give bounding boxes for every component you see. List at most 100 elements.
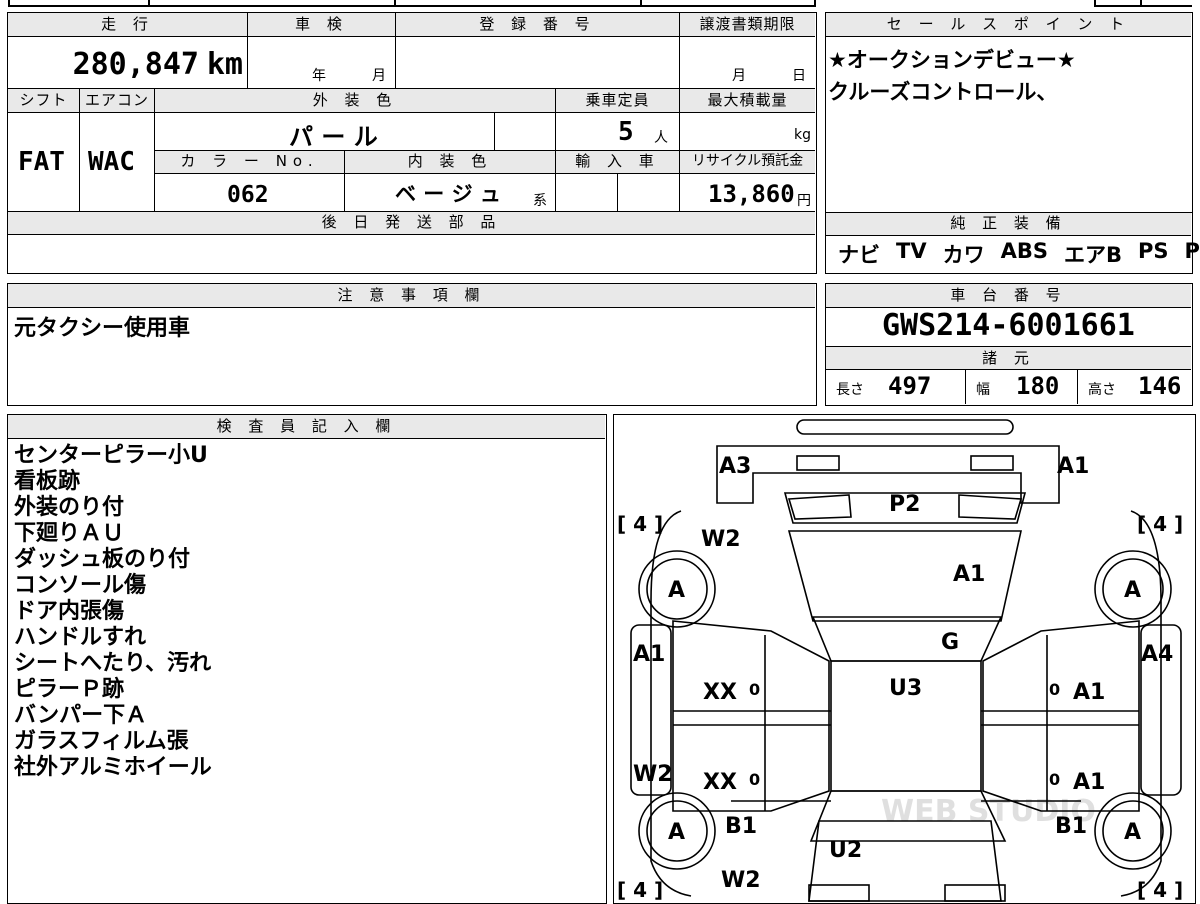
- tire-label: [ 4 ]: [617, 878, 663, 902]
- chassis-number: GWS214-6001661: [882, 308, 1135, 343]
- max-load-unit: kg: [794, 127, 811, 143]
- tire-label: [ 4 ]: [1137, 512, 1183, 536]
- chassis-header: 車 台 番 号: [826, 284, 1191, 308]
- max-load-cell: kg: [680, 113, 815, 151]
- shift-value: FAT: [18, 147, 65, 177]
- diagram-label: U2: [829, 838, 862, 863]
- specs-header: 諸 元: [826, 346, 1191, 370]
- capacity-value: 5: [618, 117, 634, 147]
- tire-label: [ 4 ]: [1137, 878, 1183, 902]
- inspector-item: 下廻りＡＵ: [14, 521, 594, 547]
- chassis-block: 車 台 番 号 GWS214-6001661 諸 元 長さ 497 幅 180 …: [825, 283, 1193, 406]
- diagram-label: A: [668, 578, 685, 603]
- door-mark: 0: [1049, 770, 1060, 789]
- top-strip: [0, 0, 1200, 8]
- spec-width-value: 180: [1016, 372, 1059, 400]
- shift-header: シフト: [8, 89, 80, 113]
- hood-left-vent: [789, 495, 851, 519]
- diagram-label: W2: [721, 868, 761, 893]
- mileage-cell: 280,847 km: [8, 37, 248, 89]
- inspection-header: 車 検: [248, 13, 396, 37]
- sales-point-line-2: クルーズコントロール、: [828, 79, 1057, 105]
- import-cell-2: [618, 174, 680, 212]
- front-bumper-shape: [797, 420, 1013, 434]
- inspector-item: ハンドルすれ: [14, 625, 594, 651]
- door-mark: 0: [1049, 680, 1060, 699]
- interior-color-cell: ベ ー ジ ュ 系: [345, 174, 556, 212]
- color-no-header: カ ラ ー No.: [155, 151, 345, 174]
- diagram-label: U3: [889, 676, 922, 701]
- deadline-day-unit: 日: [792, 65, 806, 85]
- interior-color-value: ベ ー ジ ュ: [395, 178, 501, 208]
- diagram-label: A1: [633, 642, 665, 667]
- equip-ps: PS: [1138, 239, 1169, 269]
- inspection-month-unit: 月: [372, 65, 386, 85]
- spec-length-label: 長さ: [836, 379, 864, 399]
- diagram-label: P2: [889, 492, 920, 517]
- exterior-color-cell: パ ー ル: [155, 113, 495, 151]
- diagram-label: XX: [703, 680, 737, 705]
- genuine-equipment-block: 純 正 装 備 ナビ TV カワ ABS エアB PS PW: [825, 212, 1193, 274]
- inspector-item: ダッシュ板のり付: [14, 547, 594, 573]
- inspector-item: シートへたり、汚れ: [14, 651, 594, 677]
- inspector-item: コンソール傷: [14, 573, 594, 599]
- diagram-label: A1: [1073, 680, 1105, 705]
- inspector-header: 検 査 員 記 入 欄: [8, 415, 605, 439]
- inspector-item: センターピラー小U: [14, 443, 594, 469]
- genuine-equipment-list: ナビ TV カワ ABS エアB PS PW: [838, 239, 1188, 269]
- equip-camera: カワ: [943, 239, 985, 269]
- color-no-cell: 062: [155, 174, 345, 212]
- later-parts-header: 後 日 発 送 部 品: [8, 212, 815, 235]
- recycle-header: リサイクル預託金: [680, 151, 815, 174]
- spec-width-label: 幅: [976, 379, 990, 399]
- exterior-color-header: 外 装 色: [155, 89, 556, 113]
- inspector-block: 検 査 員 記 入 欄 センターピラー小U 看板跡 外装のり付 下廻りＡＵ ダッ…: [7, 414, 607, 904]
- diagram-label: A: [1124, 820, 1141, 845]
- color-no-value: 062: [227, 182, 269, 208]
- equip-tv: TV: [896, 239, 927, 269]
- mileage-unit: km: [207, 47, 243, 82]
- sales-point-block: セ ー ル ス ポ イ ン ト ★オークションデビュー★ クルーズコントロール、: [825, 12, 1193, 213]
- inspector-item: ドア内張傷: [14, 599, 594, 625]
- diagram-label: W2: [701, 527, 741, 552]
- equip-abs: ABS: [1001, 239, 1048, 269]
- inspector-item: 看板跡: [14, 469, 594, 495]
- diagram-label: A1: [953, 562, 985, 587]
- diagram-label: A: [1124, 578, 1141, 603]
- capacity-header: 乗車定員: [556, 89, 680, 113]
- watermark: WEB STUDIO: [881, 794, 1096, 829]
- interior-color-header: 内 装 色: [345, 151, 556, 174]
- windshield-shape: [789, 531, 1021, 621]
- aircon-cell: WAC: [80, 113, 155, 212]
- import-cell-1: [556, 174, 618, 212]
- max-load-header: 最大積載量: [680, 89, 815, 113]
- spec-length-value: 497: [888, 372, 931, 400]
- notes-block: 注 意 事 項 欄 元タクシー使用車: [7, 283, 817, 406]
- interior-color-suffix: 系: [533, 190, 547, 210]
- mileage-header: 走 行: [8, 13, 248, 37]
- equip-navi: ナビ: [838, 239, 880, 269]
- capacity-unit: 人: [654, 127, 668, 147]
- right-front-side: [983, 621, 1139, 811]
- diagram-label: A1: [1073, 770, 1105, 795]
- exterior-color-extra-cell: [495, 113, 556, 151]
- inspector-item: バンパー下Ａ: [14, 703, 594, 729]
- exterior-color-value: パ ー ル: [289, 117, 378, 152]
- diagram-label: G: [941, 630, 959, 655]
- spec-height-value: 146: [1138, 372, 1181, 400]
- inspector-item: 外装のり付: [14, 495, 594, 521]
- registration-cell: [396, 37, 680, 89]
- shift-cell: FAT: [8, 113, 80, 212]
- equip-pw: PW: [1185, 239, 1200, 269]
- diagram-label: A: [668, 820, 685, 845]
- spec-height-label: 高さ: [1088, 379, 1116, 399]
- diagram-label: A4: [1141, 642, 1173, 667]
- tire-label: [ 4 ]: [617, 512, 663, 536]
- import-header: 輸 入 車: [556, 151, 680, 174]
- notes-header: 注 意 事 項 欄: [8, 284, 815, 308]
- aircon-value: WAC: [88, 147, 135, 177]
- front-outline: [717, 446, 1059, 503]
- spec-length-cell: 長さ 497: [826, 370, 966, 404]
- transfer-deadline-cell: 月 日: [680, 37, 815, 89]
- sales-point-header: セ ー ル ス ポ イ ン ト: [826, 13, 1191, 37]
